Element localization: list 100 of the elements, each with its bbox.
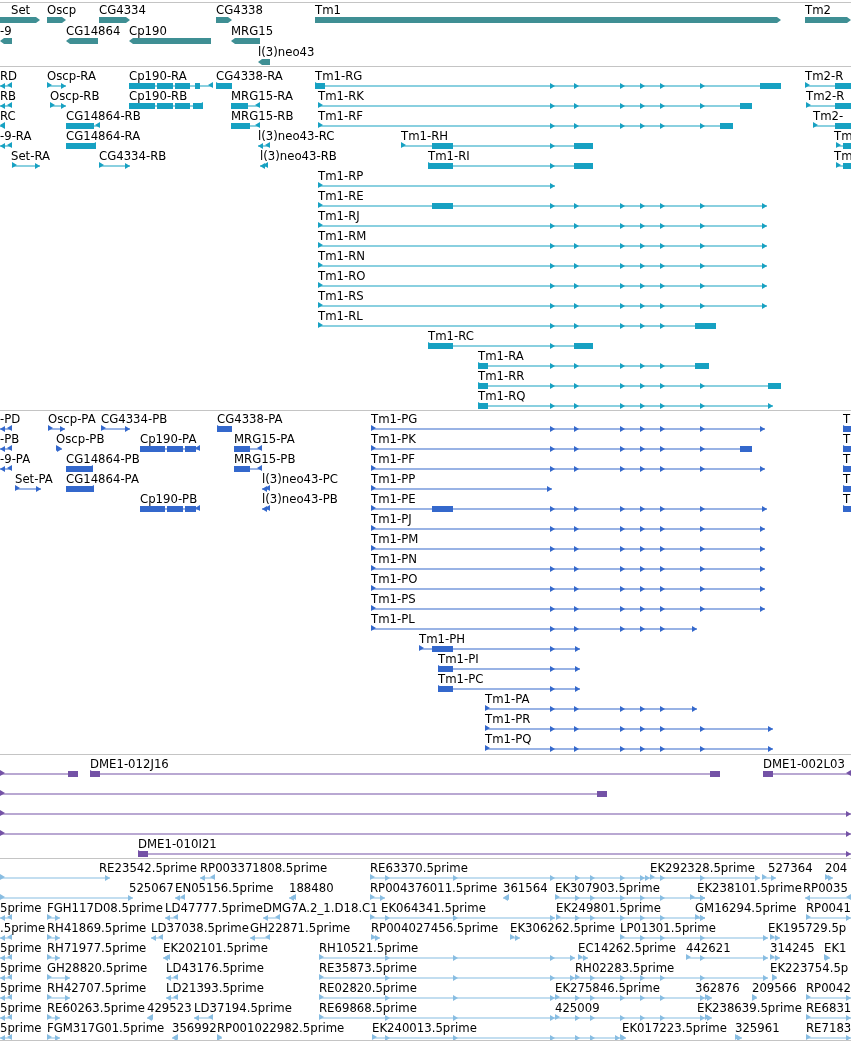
feature-glyph[interactable] — [234, 445, 262, 453]
feature-glyph[interactable] — [371, 625, 697, 633]
feature-glyph[interactable] — [843, 445, 851, 453]
feature-glyph[interactable] — [140, 505, 200, 513]
feature-label: Oscp-PB — [56, 432, 105, 446]
feature-label: MRG15 — [231, 24, 274, 38]
feature-label: RH42707.5prime — [47, 981, 147, 995]
feature-glyph[interactable] — [129, 37, 211, 45]
feature-glyph[interactable] — [371, 465, 765, 473]
feature-glyph[interactable] — [47, 82, 66, 90]
feature-glyph[interactable] — [234, 465, 262, 473]
feature-glyph[interactable] — [318, 202, 767, 210]
feature-glyph[interactable] — [438, 665, 580, 673]
feature-glyph[interactable] — [843, 505, 851, 513]
feature-glyph[interactable] — [438, 685, 580, 693]
feature-glyph[interactable] — [371, 545, 765, 553]
feature-glyph[interactable] — [401, 142, 593, 150]
feature-glyph[interactable] — [0, 1034, 12, 1040]
feature-glyph[interactable] — [0, 445, 12, 453]
feature-glyph[interactable] — [478, 382, 781, 390]
feature-glyph[interactable] — [315, 16, 781, 24]
feature-glyph[interactable] — [262, 505, 270, 513]
feature-glyph[interactable] — [216, 82, 232, 90]
feature-glyph[interactable] — [318, 222, 767, 230]
feature-glyph[interactable] — [99, 162, 130, 170]
feature-glyph[interactable] — [371, 485, 552, 493]
feature-glyph[interactable] — [66, 122, 100, 130]
feature-glyph[interactable] — [0, 16, 40, 24]
feature-glyph[interactable] — [318, 302, 767, 310]
feature-glyph[interactable] — [90, 770, 720, 778]
feature-glyph[interactable] — [371, 505, 767, 513]
feature-glyph[interactable] — [371, 585, 765, 593]
feature-glyph[interactable] — [318, 242, 767, 250]
feature-glyph[interactable] — [129, 102, 203, 110]
feature-glyph[interactable] — [836, 142, 851, 150]
feature-glyph[interactable] — [262, 485, 270, 493]
feature-glyph[interactable] — [805, 82, 851, 90]
feature-glyph[interactable] — [485, 725, 773, 733]
feature-glyph[interactable] — [0, 122, 5, 130]
feature-glyph[interactable] — [101, 425, 130, 433]
feature-glyph[interactable] — [371, 525, 765, 533]
feature-glyph[interactable] — [0, 425, 12, 433]
feature-glyph[interactable] — [806, 102, 851, 110]
feature-glyph[interactable] — [428, 342, 593, 350]
feature-glyph[interactable] — [15, 485, 41, 493]
feature-glyph[interactable] — [56, 445, 62, 453]
feature-glyph[interactable] — [843, 425, 851, 433]
feature-glyph[interactable] — [318, 262, 767, 270]
feature-glyph[interactable] — [485, 705, 697, 713]
feature-glyph[interactable] — [50, 102, 66, 110]
feature-glyph[interactable] — [0, 82, 12, 90]
feature-glyph[interactable] — [318, 122, 733, 130]
feature-glyph[interactable] — [48, 425, 65, 433]
feature-label: DME1-012J16 — [90, 757, 169, 771]
feature-glyph[interactable] — [371, 565, 765, 573]
feature-label: l(3)neo43 — [258, 45, 315, 59]
feature-glyph[interactable] — [371, 425, 765, 433]
feature-glyph[interactable] — [0, 770, 78, 778]
feature-glyph[interactable] — [371, 605, 765, 613]
feature-glyph[interactable] — [258, 58, 270, 66]
feature-glyph[interactable] — [763, 770, 851, 778]
feature-glyph[interactable] — [231, 122, 260, 130]
feature-glyph[interactable] — [318, 282, 767, 290]
feature-glyph[interactable] — [66, 465, 93, 473]
feature-glyph[interactable] — [318, 322, 716, 330]
feature-label: Tm1-PQ — [485, 732, 532, 746]
feature-glyph[interactable] — [371, 445, 752, 453]
feature-glyph[interactable] — [843, 465, 851, 473]
feature-glyph[interactable] — [485, 745, 773, 753]
feature-glyph[interactable] — [260, 162, 268, 170]
feature-glyph[interactable] — [0, 142, 12, 150]
feature-glyph[interactable] — [66, 142, 96, 150]
feature-glyph[interactable] — [0, 37, 12, 45]
feature-glyph[interactable] — [216, 16, 232, 24]
feature-glyph[interactable] — [315, 82, 781, 90]
feature-glyph[interactable] — [140, 445, 200, 453]
feature-glyph[interactable] — [318, 102, 752, 110]
feature-glyph[interactable] — [478, 362, 709, 370]
feature-glyph[interactable] — [813, 122, 851, 130]
feature-label: Tm1-RO — [318, 269, 366, 283]
feature-glyph[interactable] — [0, 465, 12, 473]
feature-glyph[interactable] — [843, 485, 851, 493]
feature-glyph[interactable] — [478, 402, 773, 410]
feature-glyph[interactable] — [231, 102, 260, 110]
feature-glyph[interactable] — [0, 102, 12, 110]
feature-glyph[interactable] — [47, 16, 66, 24]
feature-glyph[interactable] — [231, 37, 260, 45]
feature-label: Cp190-PB — [140, 492, 198, 506]
feature-glyph[interactable] — [428, 162, 593, 170]
feature-glyph[interactable] — [66, 485, 94, 493]
feature-glyph[interactable] — [217, 425, 232, 433]
feature-glyph[interactable] — [805, 16, 851, 24]
feature-glyph[interactable] — [258, 142, 270, 150]
feature-label: Tm — [834, 129, 851, 143]
feature-glyph[interactable] — [836, 162, 851, 170]
feature-glyph[interactable] — [129, 82, 213, 90]
feature-glyph[interactable] — [66, 37, 98, 45]
feature-glyph[interactable] — [12, 162, 40, 170]
feature-glyph[interactable] — [99, 16, 130, 24]
feature-glyph[interactable] — [419, 645, 580, 653]
